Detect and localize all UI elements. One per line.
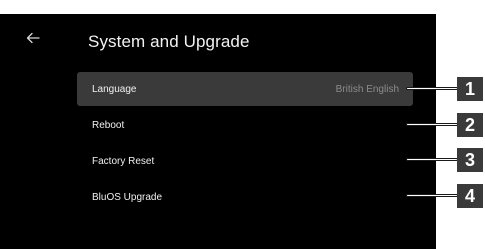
settings-screen: System and Upgrade Language British Engl… <box>0 14 436 249</box>
arrow-left-icon <box>26 32 40 44</box>
menu-item-language[interactable]: Language British English <box>77 72 413 106</box>
settings-menu: Language British English Reboot Factory … <box>77 72 413 216</box>
menu-item-label: BluOS Upgrade <box>92 191 163 203</box>
callout-number-1: 1 <box>457 77 483 101</box>
menu-item-label: Factory Reset <box>92 155 155 167</box>
menu-item-label: Reboot <box>92 119 125 131</box>
callout-leader-2 <box>406 123 458 126</box>
menu-item-value: British English <box>335 83 399 95</box>
back-button[interactable] <box>25 30 43 50</box>
callout-leader-4 <box>406 194 458 197</box>
page-title: System and Upgrade <box>88 32 250 51</box>
menu-item-label: Language <box>92 83 137 95</box>
callout-leader-3 <box>406 158 458 161</box>
callout-leader-1 <box>406 87 458 90</box>
callout-number-3: 3 <box>457 148 483 172</box>
menu-item-bluos-upgrade[interactable]: BluOS Upgrade <box>77 180 413 214</box>
menu-item-factory-reset[interactable]: Factory Reset <box>77 144 413 178</box>
callout-number-4: 4 <box>457 184 483 208</box>
menu-item-reboot[interactable]: Reboot <box>77 108 413 142</box>
callout-number-2: 2 <box>457 113 483 137</box>
